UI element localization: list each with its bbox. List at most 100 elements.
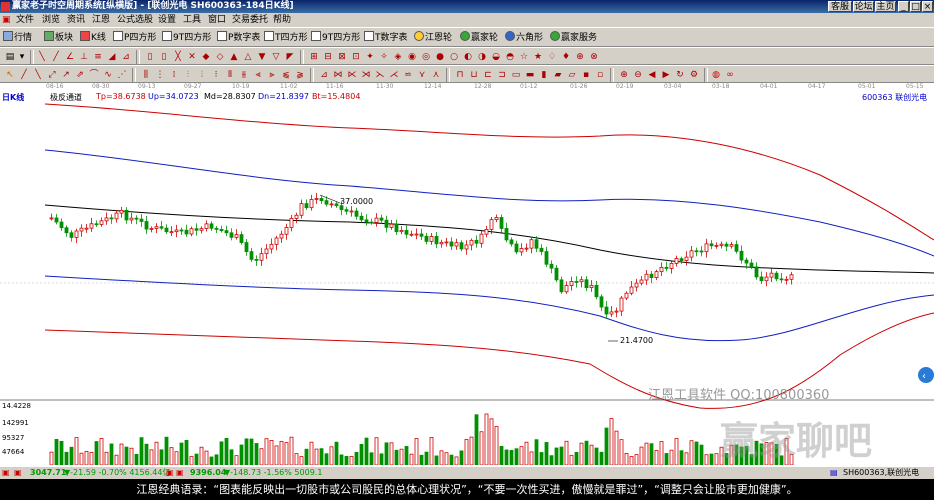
draw-tool-14-icon[interactable]: ▲	[228, 51, 240, 63]
draw-tool-26-icon[interactable]: ◉	[406, 51, 418, 63]
tool-gann-wheel[interactable]: 江恩轮	[414, 31, 452, 44]
vip-button[interactable]: 客服	[828, 1, 852, 12]
line-tool-3-icon[interactable]: ⤢	[46, 69, 58, 81]
zoom-in-icon[interactable]: ⊕	[618, 69, 630, 81]
cycle-tool-1-icon[interactable]: ⊓	[454, 69, 466, 81]
fib-tool-1-icon[interactable]: ⫼	[140, 69, 152, 81]
gann-tool-5-icon[interactable]: ⋋	[374, 69, 386, 81]
menu-settings[interactable]: 设置	[158, 13, 176, 27]
layout-icon[interactable]: ▤	[4, 51, 16, 63]
tool-t-table[interactable]: T数字表	[364, 31, 408, 44]
draw-tool-34-icon[interactable]: ☆	[518, 51, 530, 63]
line-tool-4-icon[interactable]: ↗	[60, 69, 72, 81]
draw-tool-31-icon[interactable]: ◑	[476, 51, 488, 63]
tool-9t-square-2[interactable]: 9T四方形	[311, 31, 360, 44]
draw-tool-8-icon[interactable]: ▯	[144, 51, 156, 63]
draw-tool-25-icon[interactable]: ◈	[392, 51, 404, 63]
draw-tool-10-icon[interactable]: ╳	[172, 51, 184, 63]
minimize-icon[interactable]: _	[898, 1, 909, 12]
draw-tool-4-icon[interactable]: ⊥	[78, 51, 90, 63]
line-tool-6-icon[interactable]: ⌒	[88, 69, 100, 81]
tool-p-table[interactable]: P数字表	[217, 31, 260, 44]
gann-tool-6-icon[interactable]: ⋌	[388, 69, 400, 81]
draw-tool-11-icon[interactable]: ✕	[186, 51, 198, 63]
color-wheel-icon[interactable]: ◍	[710, 69, 722, 81]
fib-tool-5-icon[interactable]: ⦙	[196, 69, 208, 81]
draw-tool-15-icon[interactable]: △	[242, 51, 254, 63]
draw-tool-39-icon[interactable]: ⊗	[588, 51, 600, 63]
draw-tool-37-icon[interactable]: ♦	[560, 51, 572, 63]
cycle-tool-3-icon[interactable]: ⊏	[482, 69, 494, 81]
menu-window[interactable]: 窗口	[208, 13, 226, 27]
draw-tool-5-icon[interactable]: ≡	[92, 51, 104, 63]
cycle-tool-6-icon[interactable]: ▬	[524, 69, 536, 81]
draw-tool-28-icon[interactable]: ●	[434, 51, 446, 63]
fib-tool-10-icon[interactable]: ⫸	[266, 69, 278, 81]
settings-icon[interactable]: ⚙	[688, 69, 700, 81]
gann-tool-8-icon[interactable]: ⋎	[416, 69, 428, 81]
draw-tool-32-icon[interactable]: ◒	[490, 51, 502, 63]
gann-tool-4-icon[interactable]: ⋊	[360, 69, 372, 81]
pointer-icon[interactable]: ↖	[4, 69, 16, 81]
draw-tool-9-icon[interactable]: ▯	[158, 51, 170, 63]
cycle-tool-11-icon[interactable]: ▫	[594, 69, 606, 81]
draw-tool-6-icon[interactable]: ◢	[106, 51, 118, 63]
menu-formula[interactable]: 公式选股	[117, 13, 153, 27]
draw-tool-19-icon[interactable]: ⊞	[308, 51, 320, 63]
cycle-tool-5-icon[interactable]: ▭	[510, 69, 522, 81]
cycle-tool-2-icon[interactable]: ⊔	[468, 69, 480, 81]
draw-tool-38-icon[interactable]: ⊕	[574, 51, 586, 63]
forum-button[interactable]: 论坛	[853, 1, 874, 12]
menu-browse[interactable]: 浏览	[42, 13, 60, 27]
dropdown-icon[interactable]: ▾	[16, 51, 28, 63]
draw-tool-30-icon[interactable]: ◐	[462, 51, 474, 63]
draw-tool-13-icon[interactable]: ◇	[214, 51, 226, 63]
draw-tool-35-icon[interactable]: ★	[532, 51, 544, 63]
infinity-icon[interactable]: ∞	[724, 69, 736, 81]
cycle-tool-8-icon[interactable]: ▰	[552, 69, 564, 81]
cycle-tool-9-icon[interactable]: ▱	[566, 69, 578, 81]
line-tool-1-icon[interactable]: ╱	[18, 69, 30, 81]
draw-tool-12-icon[interactable]: ◆	[200, 51, 212, 63]
tool-quotes[interactable]: 行情	[3, 31, 32, 44]
fib-tool-6-icon[interactable]: ⁝	[210, 69, 222, 81]
draw-tool-23-icon[interactable]: ✦	[364, 51, 376, 63]
tool-hexagon[interactable]: 六角形	[505, 31, 543, 44]
gann-tool-3-icon[interactable]: ⋉	[346, 69, 358, 81]
home-button[interactable]: 主页	[875, 1, 896, 12]
tool-p-square[interactable]: P四方形	[113, 31, 156, 44]
pan-right-icon[interactable]: ▶	[660, 69, 672, 81]
line-tool-5-icon[interactable]: ⇗	[74, 69, 86, 81]
draw-tool-33-icon[interactable]: ◓	[504, 51, 516, 63]
gann-tool-2-icon[interactable]: ⋈	[332, 69, 344, 81]
draw-tool-21-icon[interactable]: ⊠	[336, 51, 348, 63]
draw-tool-7-icon[interactable]: ⊿	[120, 51, 132, 63]
fib-tool-12-icon[interactable]: ⫺	[294, 69, 306, 81]
tool-t-square[interactable]: T四方形	[264, 31, 308, 44]
draw-tool-24-icon[interactable]: ✧	[378, 51, 390, 63]
gann-tool-1-icon[interactable]: ⊿	[318, 69, 330, 81]
draw-tool-3-icon[interactable]: ∠	[64, 51, 76, 63]
pan-left-icon[interactable]: ◀	[646, 69, 658, 81]
zoom-out-icon[interactable]: ⊖	[632, 69, 644, 81]
maximize-icon[interactable]: □	[910, 1, 921, 12]
draw-tool-2-icon[interactable]: ╱	[50, 51, 62, 63]
line-tool-2-icon[interactable]: ╲	[32, 69, 44, 81]
menu-gann[interactable]: 江恩	[92, 13, 110, 27]
tool-kline[interactable]: K线	[80, 31, 106, 44]
draw-tool-36-icon[interactable]: ♢	[546, 51, 558, 63]
draw-tool-17-icon[interactable]: ▽	[270, 51, 282, 63]
fib-tool-7-icon[interactable]: ⫴	[224, 69, 236, 81]
draw-tool-20-icon[interactable]: ⊟	[322, 51, 334, 63]
cycle-tool-7-icon[interactable]: ▮	[538, 69, 550, 81]
line-tool-7-icon[interactable]: ∿	[102, 69, 114, 81]
tool-winner-wheel[interactable]: 赢家轮	[460, 31, 498, 44]
menu-trade[interactable]: 交易委托	[232, 13, 268, 27]
draw-tool-22-icon[interactable]: ⊡	[350, 51, 362, 63]
cycle-tool-4-icon[interactable]: ⊐	[496, 69, 508, 81]
fib-tool-11-icon[interactable]: ⫹	[280, 69, 292, 81]
menu-help[interactable]: 帮助	[273, 13, 291, 27]
fib-tool-4-icon[interactable]: ⫶	[182, 69, 194, 81]
tool-service[interactable]: 赢家服务	[550, 31, 597, 44]
fib-tool-2-icon[interactable]: ⋮	[154, 69, 166, 81]
